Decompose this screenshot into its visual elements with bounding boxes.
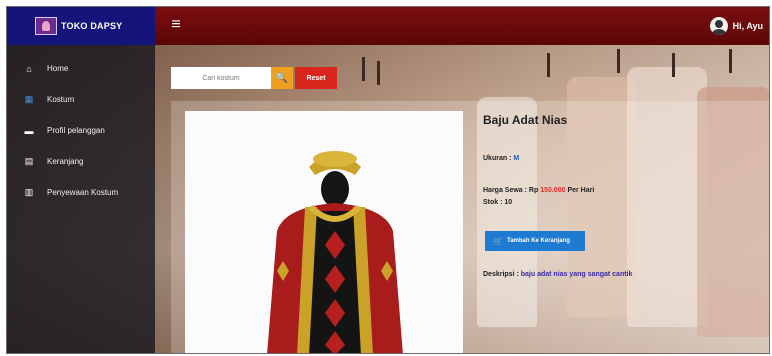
grid-icon: ▦ [24,94,34,104]
user-greeting: Hi, Ayu [732,21,763,31]
cart-list-icon: ▤ [24,156,34,166]
sidebar-item-profil-pelanggan[interactable]: ▬ Profil pelanggan [7,115,155,146]
user-avatar-icon [709,17,728,35]
sidebar-item-label: Penyewaan Kostum [47,188,119,197]
sidebar-item-label: Kostum [47,95,75,104]
search-button[interactable]: 🔍 [271,67,293,89]
product-title: Baju Adat Nias [483,113,568,127]
search-bar: 🔍 Reset [171,67,337,89]
size-value: M [513,155,520,162]
price-value: 150.000 [540,187,566,194]
sidebar-nav: ⌂ Home ▦ Kostum ▬ Profil pelanggan ▤ Ker… [7,53,155,208]
sidebar-item-penyewaan-kostum[interactable]: ▥ Penyewaan Kostum [7,177,155,208]
description-label: Deskripsi : [483,271,521,278]
price-suffix: Per Hari [565,187,595,194]
cart-icon: 🛒 [493,236,503,246]
hamburger-menu-icon[interactable]: ≡ [169,17,183,33]
sidebar-item-kostum[interactable]: ▦ Kostum [7,84,155,115]
product-price: Harga Sewa : Rp 150.000 Per Hari [483,187,594,194]
product-size: Ukuran : M [483,155,519,162]
sidebar-item-keranjang[interactable]: ▤ Keranjang [7,146,155,177]
search-input[interactable] [171,67,271,89]
sidebar: TOKO DAPSY ⌂ Home ▦ Kostum ▬ Profil pela… [7,7,155,353]
costume-photo [185,111,463,353]
search-icon: 🔍 [275,72,289,84]
brand-name: TOKO DAPSY [61,21,123,31]
price-label: Harga Sewa : Rp [483,187,541,194]
costume-logo-icon [35,17,57,35]
sidebar-item-label: Profil pelanggan [47,126,105,135]
app-window: ≡ Hi, Ayu TOKO DAPSY ⌂ Home ▦ Kostum ▬ P… [6,6,770,354]
product-image [185,111,463,353]
user-menu[interactable]: Hi, Ayu [709,16,763,36]
add-to-cart-label: Tambah Ke Keranjang [506,238,570,244]
add-to-cart-button[interactable]: 🛒 Tambah Ke Keranjang [485,231,585,251]
sidebar-item-label: Keranjang [47,157,84,166]
sidebar-item-home[interactable]: ⌂ Home [7,53,155,84]
size-label: Ukuran : [483,155,514,162]
user-card-icon: ▬ [24,125,34,136]
rental-icon: ▥ [24,187,34,197]
brand[interactable]: TOKO DAPSY [7,7,155,45]
home-icon: ⌂ [26,63,32,74]
product-description: Deskripsi : baju adat nias yang sangat c… [483,271,632,278]
description-value: baju adat nias yang sangat cantik [520,271,633,278]
reset-button[interactable]: Reset [295,67,337,89]
sidebar-item-label: Home [47,64,69,73]
product-stock: Stok : 10 [483,199,513,206]
